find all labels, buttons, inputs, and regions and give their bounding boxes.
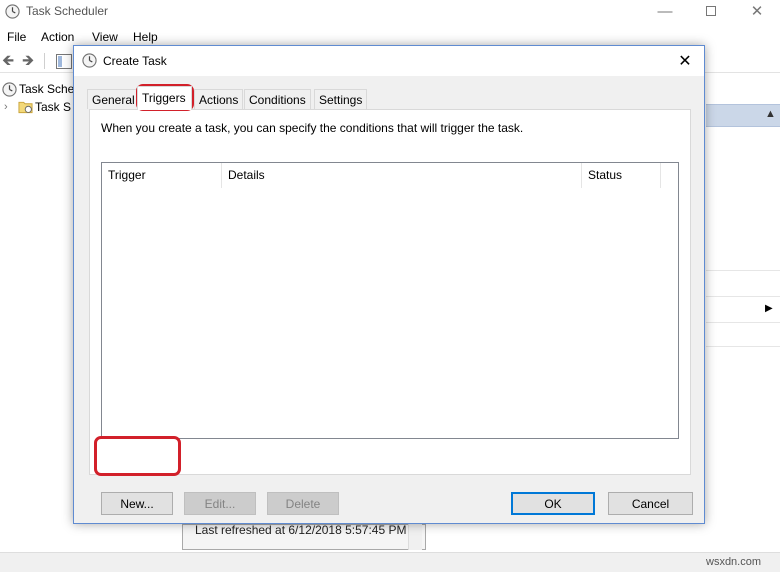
folder-clock-icon xyxy=(18,101,33,114)
tree-item-root[interactable]: Task Sche xyxy=(2,80,74,98)
actions-pane-divider xyxy=(706,296,780,297)
column-header-details[interactable]: Details xyxy=(222,163,581,188)
submenu-arrow-icon[interactable]: ▶ xyxy=(765,303,773,314)
window-close-button[interactable]: ✕ xyxy=(734,0,780,22)
minimize-button[interactable]: — xyxy=(642,0,688,22)
last-refreshed-text: Last refreshed at 6/12/2018 5:57:45 PM xyxy=(195,523,407,537)
column-separator[interactable] xyxy=(660,163,661,188)
tree-item-label: Task Sche xyxy=(19,82,75,96)
column-header-trigger[interactable]: Trigger xyxy=(102,163,221,188)
actions-pane-divider xyxy=(706,270,780,271)
tree-item-library[interactable]: › Task S xyxy=(4,98,71,116)
tree-item-label: Task S xyxy=(35,100,72,114)
close-icon: ✕ xyxy=(678,53,692,70)
triggers-tab-panel: When you create a task, you can specify … xyxy=(89,109,691,515)
triggers-description: When you create a task, you can specify … xyxy=(101,121,524,135)
actions-pane-divider xyxy=(706,322,780,323)
left-tree-pane: Task Sche › Task S xyxy=(0,76,74,546)
forward-arrow-icon[interactable]: 🡺 xyxy=(22,53,40,69)
watermark: wsxdn.com xyxy=(706,556,762,568)
create-task-dialog: Create Task ✕ General Triggers Actions C… xyxy=(73,45,705,524)
minimize-icon: — xyxy=(657,2,673,20)
clock-icon xyxy=(5,4,20,19)
dialog-titlebar xyxy=(74,46,704,76)
menu-file[interactable]: File xyxy=(7,30,26,44)
column-header-status[interactable]: Status xyxy=(582,163,660,188)
back-arrow-icon[interactable]: 🡸 xyxy=(2,53,20,69)
ok-button[interactable]: OK xyxy=(511,492,595,515)
cancel-button[interactable]: Cancel xyxy=(608,492,693,515)
clock-icon xyxy=(2,81,17,97)
maximize-icon xyxy=(706,6,716,16)
maximize-button[interactable] xyxy=(688,0,734,22)
menu-view[interactable]: View xyxy=(92,30,118,44)
clock-icon xyxy=(82,53,97,68)
dialog-title: Create Task xyxy=(103,54,167,68)
console-tree-icon[interactable] xyxy=(56,54,72,69)
dialog-close-button[interactable]: ✕ xyxy=(672,49,698,73)
main-window-title: Task Scheduler xyxy=(26,4,109,18)
tab-conditions[interactable]: Conditions xyxy=(244,89,311,109)
main-window-bottom-bar xyxy=(0,552,780,572)
menu-help[interactable]: Help xyxy=(133,30,158,44)
tab-actions[interactable]: Actions xyxy=(194,89,244,109)
toolbar-separator xyxy=(44,53,45,69)
tab-settings[interactable]: Settings xyxy=(314,89,368,109)
collapse-up-icon[interactable]: ▲ xyxy=(765,108,776,120)
triggers-list[interactable]: Trigger Details Status xyxy=(101,162,679,439)
tab-triggers[interactable]: Triggers xyxy=(137,86,192,110)
tab-general[interactable]: General xyxy=(87,89,140,109)
chevron-right-icon[interactable]: › xyxy=(4,101,16,113)
edit-trigger-button[interactable]: Edit... xyxy=(184,492,256,515)
close-icon: ✕ xyxy=(750,3,764,20)
status-scrollbar[interactable] xyxy=(408,524,422,550)
menu-action[interactable]: Action xyxy=(41,30,74,44)
new-trigger-button[interactable]: New... xyxy=(101,492,173,515)
actions-pane-divider xyxy=(706,346,780,347)
delete-trigger-button[interactable]: Delete xyxy=(267,492,339,515)
